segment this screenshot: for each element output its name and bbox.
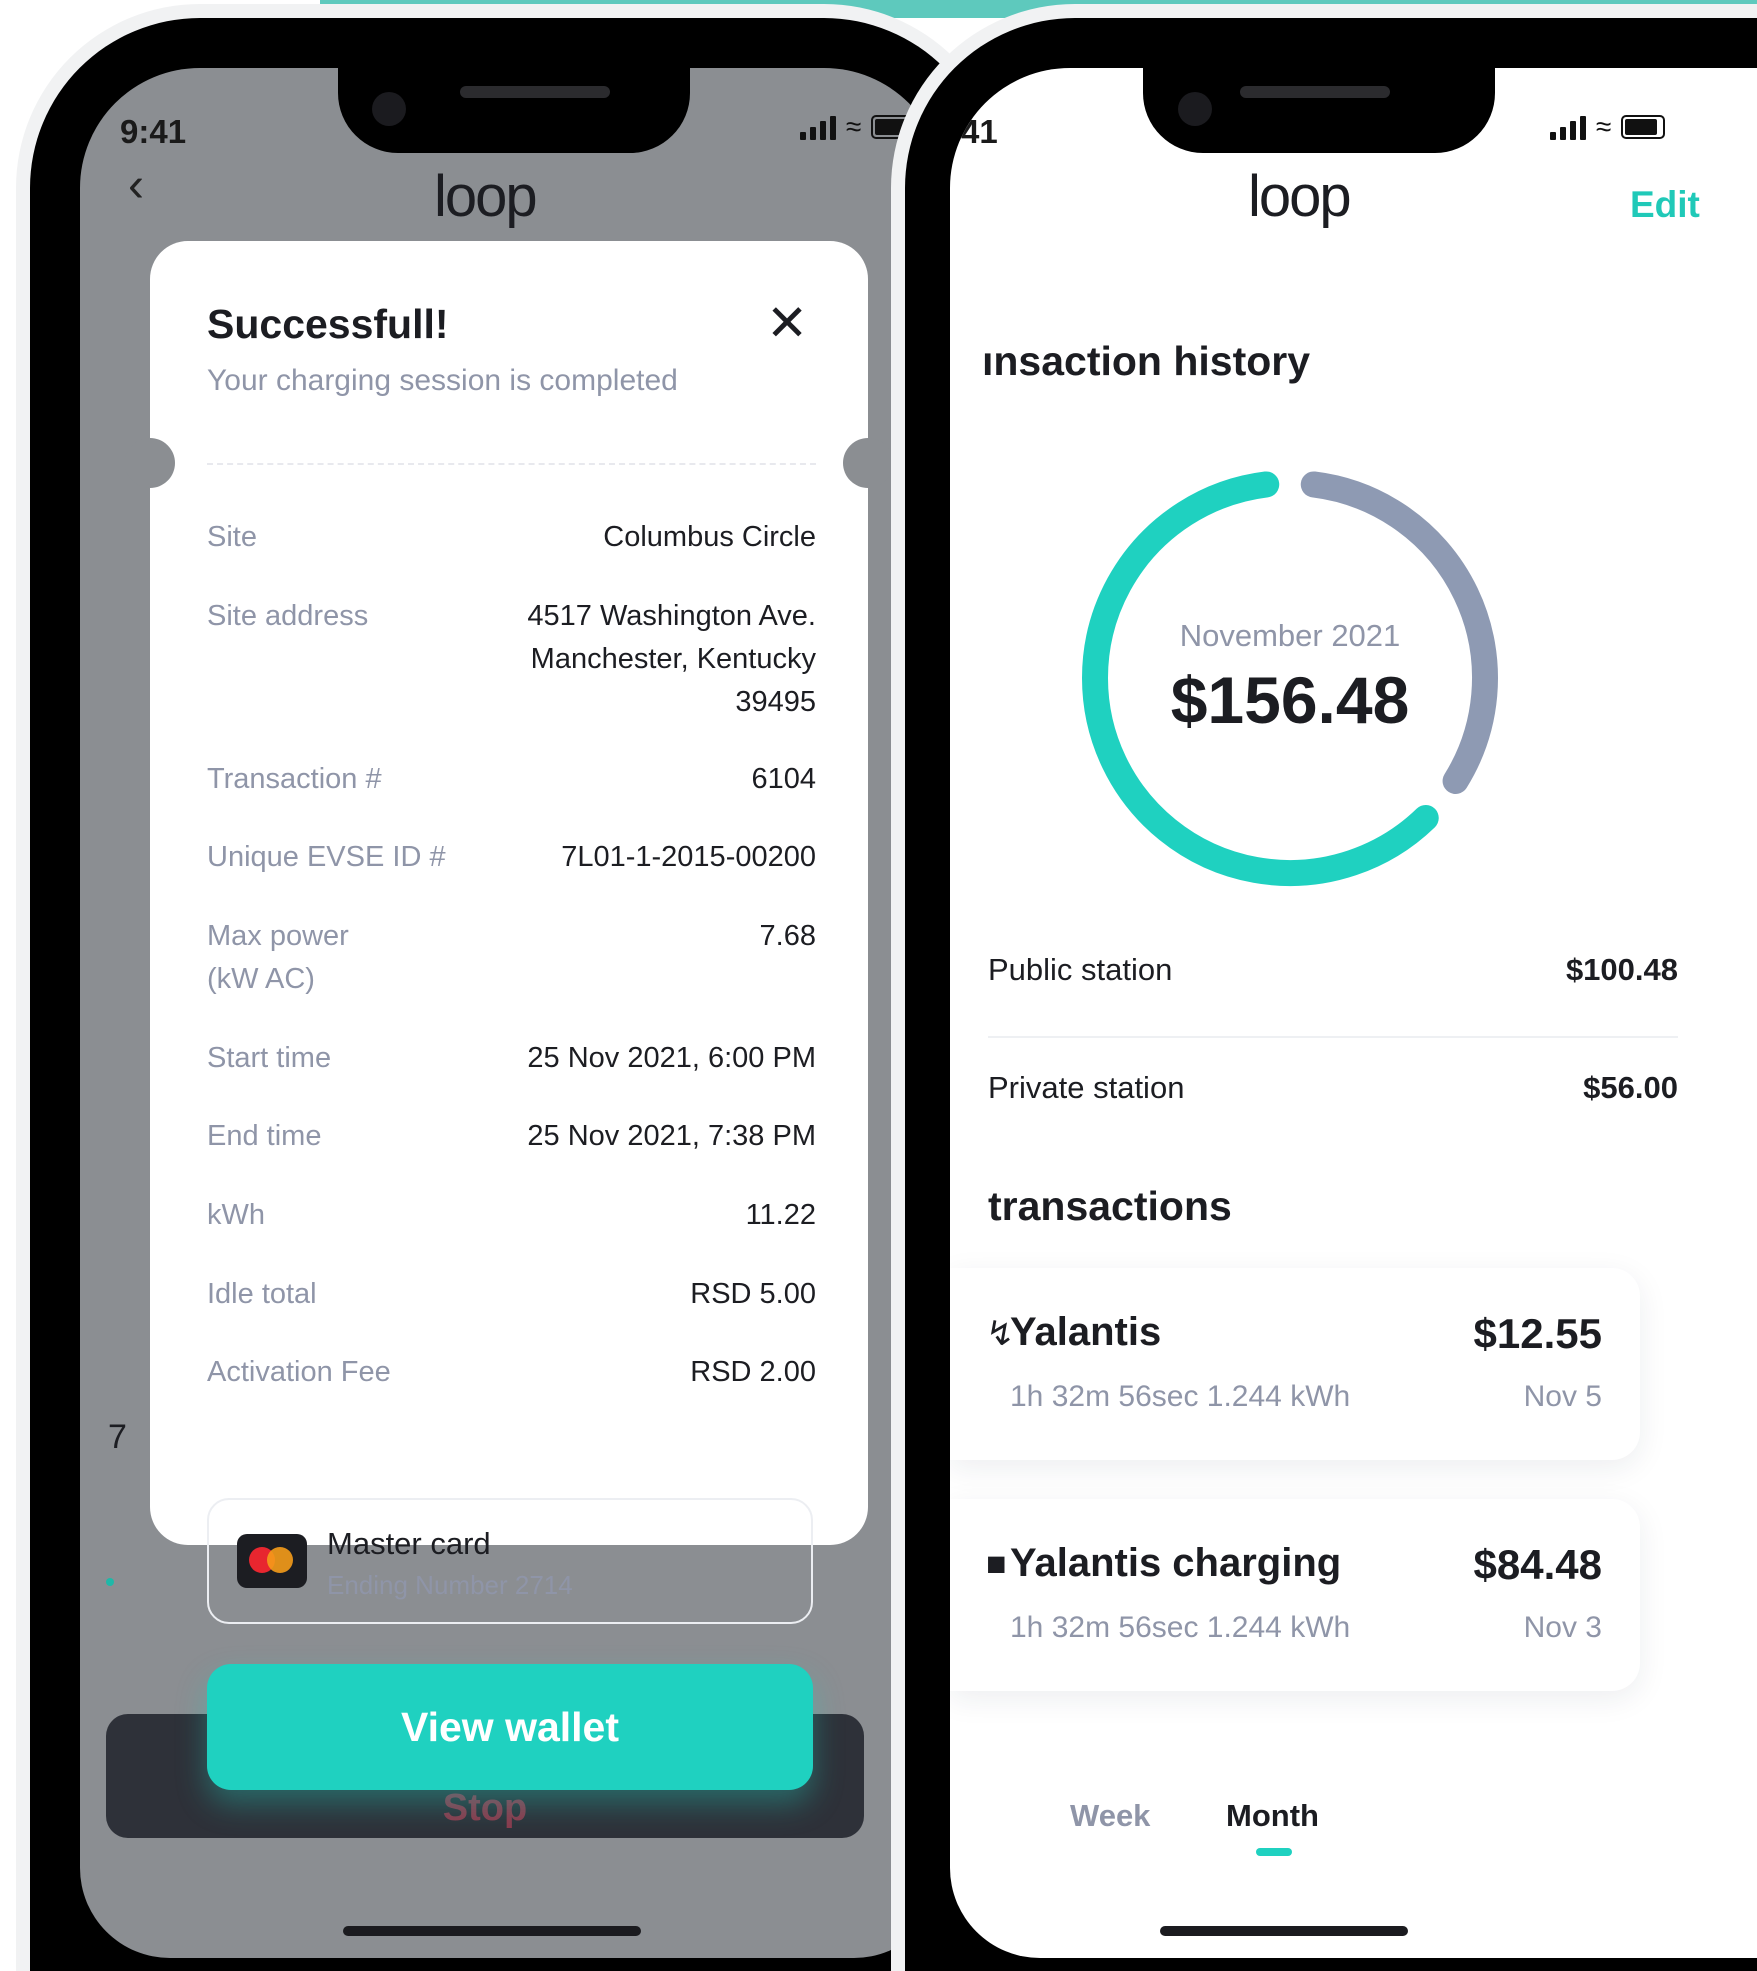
detail-value: RSD 2.00 [690,1356,816,1388]
speaker [460,86,610,98]
signal-icon [800,114,836,140]
detail-row: Transaction # 6104 [207,758,816,801]
transaction-amount: $12.55 [1473,1310,1602,1357]
detail-row: Site Columbus Circle [207,516,816,559]
detail-row: Idle total RSD 5.00 [207,1273,816,1316]
home-indicator [1160,1926,1408,1936]
dashed-divider [207,463,816,465]
summary-public-station[interactable]: Public station $100.48 [988,952,1678,988]
transaction-amount: $84.48 [1473,1541,1602,1588]
battery-icon [871,115,916,139]
history-title: ınsaction history [982,338,1311,384]
decorative-teal-band [320,0,1757,18]
spending-donut-chart: November 2021 $156.48 [1070,458,1510,898]
donut-total: $156.48 [1170,663,1410,737]
wifi-icon: ≈ [1596,111,1612,142]
detail-label: End time [207,1120,322,1152]
right-phone-screen: :41 ≈ loop Edit ınsaction history Novemb… [950,68,1757,1958]
camera [372,92,406,126]
detail-row: Unique EVSE ID # 7L01-1-2015-00200 [207,836,816,879]
transaction-name: Yalantis [1010,1310,1162,1354]
transaction-card[interactable]: ■ Yalantis charging $84.48 1h 32m 56sec … [950,1499,1640,1691]
left-phone-frame: 9:41 ≈ ‹ loop 7 h Stop Successfull! ✕ Yo… [30,18,994,1971]
detail-value: 4517 Washington Ave. Manchester, Kentuck… [527,600,816,718]
close-icon[interactable]: ✕ [766,298,808,348]
success-modal: Successfull! ✕ Your charging session is … [125,241,893,1790]
card-ending-number: Ending Number 2714 [327,1570,573,1600]
transaction-meta: 1h 32m 56sec 1.244 kWh [1010,1611,1351,1644]
transaction-name: Yalantis charging [1010,1541,1342,1585]
transaction-meta: 1h 32m 56sec 1.244 kWh [1010,1380,1351,1413]
edit-button[interactable]: Edit [1630,184,1700,226]
ticket-notch-left [125,438,175,488]
detail-row: End time 25 Nov 2021, 7:38 PM [207,1115,816,1158]
ticket-notch-right [843,438,893,488]
active-tab-indicator [1256,1848,1292,1856]
home-indicator [343,1926,641,1936]
left-phone-screen: 9:41 ≈ ‹ loop 7 h Stop Successfull! ✕ Yo… [80,68,944,1958]
status-time: :41 [950,113,998,150]
summary-amount: $100.48 [1565,952,1678,987]
wifi-icon: ≈ [846,111,862,142]
donut-month: November 2021 [1179,618,1401,653]
detail-label: Activation Fee [207,1356,391,1388]
detail-label: Start time [207,1042,332,1074]
transaction-card[interactable]: ↯ Yalantis $12.55 1h 32m 56sec 1.244 kWh… [950,1268,1640,1460]
detail-value: 25 Nov 2021, 7:38 PM [527,1120,816,1152]
stop-button-label: Stop [442,1787,528,1829]
background-value: 7 [108,1418,127,1456]
app-logo: loop [1248,164,1352,229]
status-icons: ≈ [800,111,916,142]
tab-week[interactable]: Week [1070,1798,1150,1834]
summary-label: Public station [988,952,1173,987]
detail-value: 6104 [751,763,816,795]
detail-row: Activation Fee RSD 2.00 [207,1351,816,1394]
divider [988,1036,1678,1038]
back-chevron-icon[interactable]: ‹ [128,158,144,213]
transactions-title: transactions [988,1183,1232,1229]
mastercard-icon [237,1534,307,1588]
detail-value: 7L01-1-2015-00200 [561,841,816,873]
summary-private-station[interactable]: Private station $56.00 [988,1070,1678,1106]
view-wallet-button[interactable]: View wallet [207,1664,813,1790]
app-logo: loop [434,164,538,229]
status-icons: ≈ [1550,111,1666,142]
detail-value: RSD 5.00 [690,1278,816,1310]
summary-label: Private station [988,1070,1185,1105]
right-phone-frame: :41 ≈ loop Edit ınsaction history Novemb… [905,18,1757,1971]
detail-label: Site address [207,600,369,632]
detail-label: Site [207,521,257,553]
detail-value: 7.68 [759,920,816,952]
modal-title: Successfull! [207,301,449,347]
transaction-date: Nov 3 [1523,1611,1602,1644]
detail-label: Unique EVSE ID # [207,841,446,873]
detail-row: Start time 25 Nov 2021, 6:00 PM [207,1037,816,1080]
background-dot-small [106,1578,114,1586]
status-time: 9:41 [120,113,187,150]
detail-value: 11.22 [745,1199,816,1231]
transaction-date: Nov 5 [1523,1380,1602,1413]
camera [1178,92,1212,126]
period-tabs: Week Month [950,1768,1757,1888]
modal-subtitle: Your charging session is completed [207,364,678,397]
detail-value: 25 Nov 2021, 6:00 PM [527,1042,816,1074]
detail-row: Site address 4517 Washington Ave. Manches… [207,595,816,724]
detail-label: Max power (kW AC) [207,920,349,995]
tab-month[interactable]: Month [1226,1798,1319,1834]
detail-label: Transaction # [207,763,382,795]
payment-card[interactable]: Master card Ending Number 2714 [207,1498,813,1624]
speaker [1240,86,1390,98]
detail-row: kWh 11.22 [207,1194,816,1237]
summary-amount: $56.00 [1583,1070,1678,1105]
card-name: Master card [327,1526,491,1561]
detail-value: Columbus Circle [603,521,816,553]
detail-label: kWh [207,1199,265,1231]
signal-icon [1550,114,1586,140]
detail-label: Idle total [207,1278,317,1310]
lock-icon: ■ [986,1545,1007,1583]
battery-icon [1621,115,1666,139]
detail-row: Max power (kW AC) 7.68 [207,915,816,1001]
